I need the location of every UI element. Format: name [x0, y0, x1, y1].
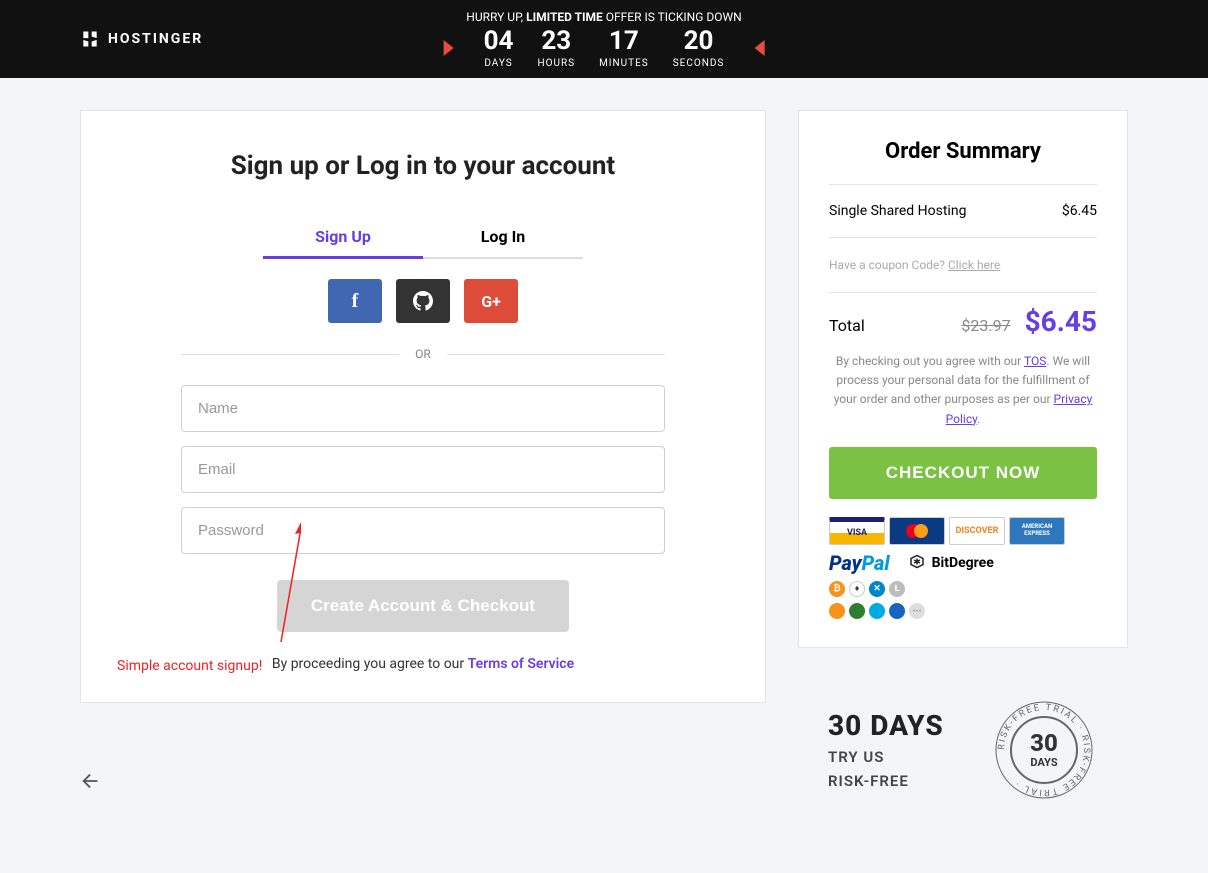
total-label: Total	[829, 316, 865, 335]
order-summary-panel: Order Summary Single Shared Hosting $6.4…	[798, 110, 1128, 648]
facebook-login-button[interactable]: f	[328, 279, 382, 323]
name-input[interactable]	[181, 385, 665, 432]
brand-logo[interactable]: HOSTINGER	[80, 29, 203, 49]
trial-line2: RISK-FREE	[828, 772, 944, 790]
auth-tabs: Sign Up Log In	[181, 217, 665, 259]
signup-panel: Sign up or Log in to your account Sign U…	[80, 110, 766, 703]
or-divider: OR	[181, 347, 665, 361]
more-crypto-icon: ⋯	[909, 603, 925, 619]
annotation-text: Simple account signup!	[117, 658, 262, 674]
mastercard-icon	[889, 517, 945, 545]
item-name: Single Shared Hosting	[829, 203, 966, 219]
email-input[interactable]	[181, 446, 665, 493]
paypal-icon: PayPal	[829, 551, 890, 575]
crypto-icon	[889, 603, 905, 619]
signup-title: Sign up or Log in to your account	[181, 151, 665, 181]
countdown-minutes: 17 MINUTES	[599, 28, 649, 69]
summary-heading: Order Summary	[829, 139, 1097, 164]
svg-text:30: 30	[1030, 729, 1058, 757]
crypto-icons-row-2: ⋯	[829, 603, 1097, 619]
amex-icon: AMERICANEXPRESS	[1009, 517, 1065, 545]
payment-methods: VISA DISCOVER AMERICANEXPRESS PayPal Bit…	[829, 517, 1097, 619]
item-price: $6.45	[1062, 203, 1097, 219]
triangle-left-icon	[444, 40, 454, 56]
ripple-icon: ✕	[869, 581, 885, 597]
social-login-row: f G+	[181, 279, 665, 323]
promo-text: HURRY UP, LIMITED TIME OFFER IS TICKING …	[444, 10, 765, 24]
tab-login[interactable]: Log In	[423, 217, 583, 259]
line-item: Single Shared Hosting $6.45	[829, 197, 1097, 225]
checkout-now-button[interactable]: CHECKOUT NOW	[829, 447, 1097, 499]
litecoin-icon: Ł	[889, 581, 905, 597]
tos-link[interactable]: Terms of Service	[468, 656, 574, 672]
risk-free-stamp-icon: RISK-FREE TRIAL · RISK-FREE TRIAL · 30 D…	[990, 696, 1098, 804]
triangle-right-icon	[754, 40, 764, 56]
countdown-seconds: 20 SECONDS	[673, 28, 725, 69]
promo-header: HOSTINGER HURRY UP, LIMITED TIME OFFER I…	[0, 0, 1208, 78]
trial-line1: TRY US	[828, 748, 944, 766]
total-row: Total $23.97 $6.45	[829, 305, 1097, 338]
coupon-link[interactable]: Click here	[948, 258, 1000, 272]
countdown-hours: 23 HOURS	[537, 28, 575, 69]
annotation-arrow-icon	[201, 522, 301, 652]
tab-signup[interactable]: Sign Up	[263, 217, 423, 259]
visa-icon: VISA	[829, 517, 885, 545]
old-price: $23.97	[961, 316, 1010, 335]
discover-icon: DISCOVER	[949, 517, 1005, 545]
bitcoin-icon: ₿	[829, 581, 845, 597]
new-price: $6.45	[1025, 305, 1097, 338]
trial-banner: 30 DAYS TRY US RISK-FREE RISK-FREE TRIAL…	[798, 668, 1128, 832]
tos-link-summary[interactable]: TOS	[1024, 354, 1046, 368]
google-plus-login-button[interactable]: G+	[464, 279, 518, 323]
bitdegree-icon: BitDegree	[908, 554, 994, 572]
legal-text: By checking out you agree with our TOS. …	[829, 352, 1097, 429]
hostinger-icon	[80, 29, 100, 49]
crypto-icon	[869, 603, 885, 619]
trial-days: 30 DAYS	[828, 709, 944, 742]
ethereum-icon: ♦	[849, 581, 865, 597]
create-account-button[interactable]: Create Account & Checkout	[277, 580, 569, 632]
crypto-icon	[829, 603, 845, 619]
countdown-timer: 04 DAYS 23 HOURS 17 MINUTES 20 SECONDS	[444, 28, 765, 69]
coupon-line: Have a coupon Code? Click here	[829, 250, 1097, 280]
brand-name: HOSTINGER	[108, 31, 203, 47]
github-login-button[interactable]	[396, 279, 450, 323]
github-icon	[413, 291, 433, 311]
countdown-days: 04 DAYS	[484, 28, 514, 69]
arrow-left-icon	[80, 770, 102, 792]
crypto-icon	[849, 603, 865, 619]
crypto-icons-row-1: ₿ ♦ ✕ Ł	[829, 581, 1097, 597]
svg-text:DAYS: DAYS	[1030, 756, 1057, 769]
promo-block: HURRY UP, LIMITED TIME OFFER IS TICKING …	[444, 10, 765, 69]
back-arrow-button[interactable]	[80, 770, 102, 796]
